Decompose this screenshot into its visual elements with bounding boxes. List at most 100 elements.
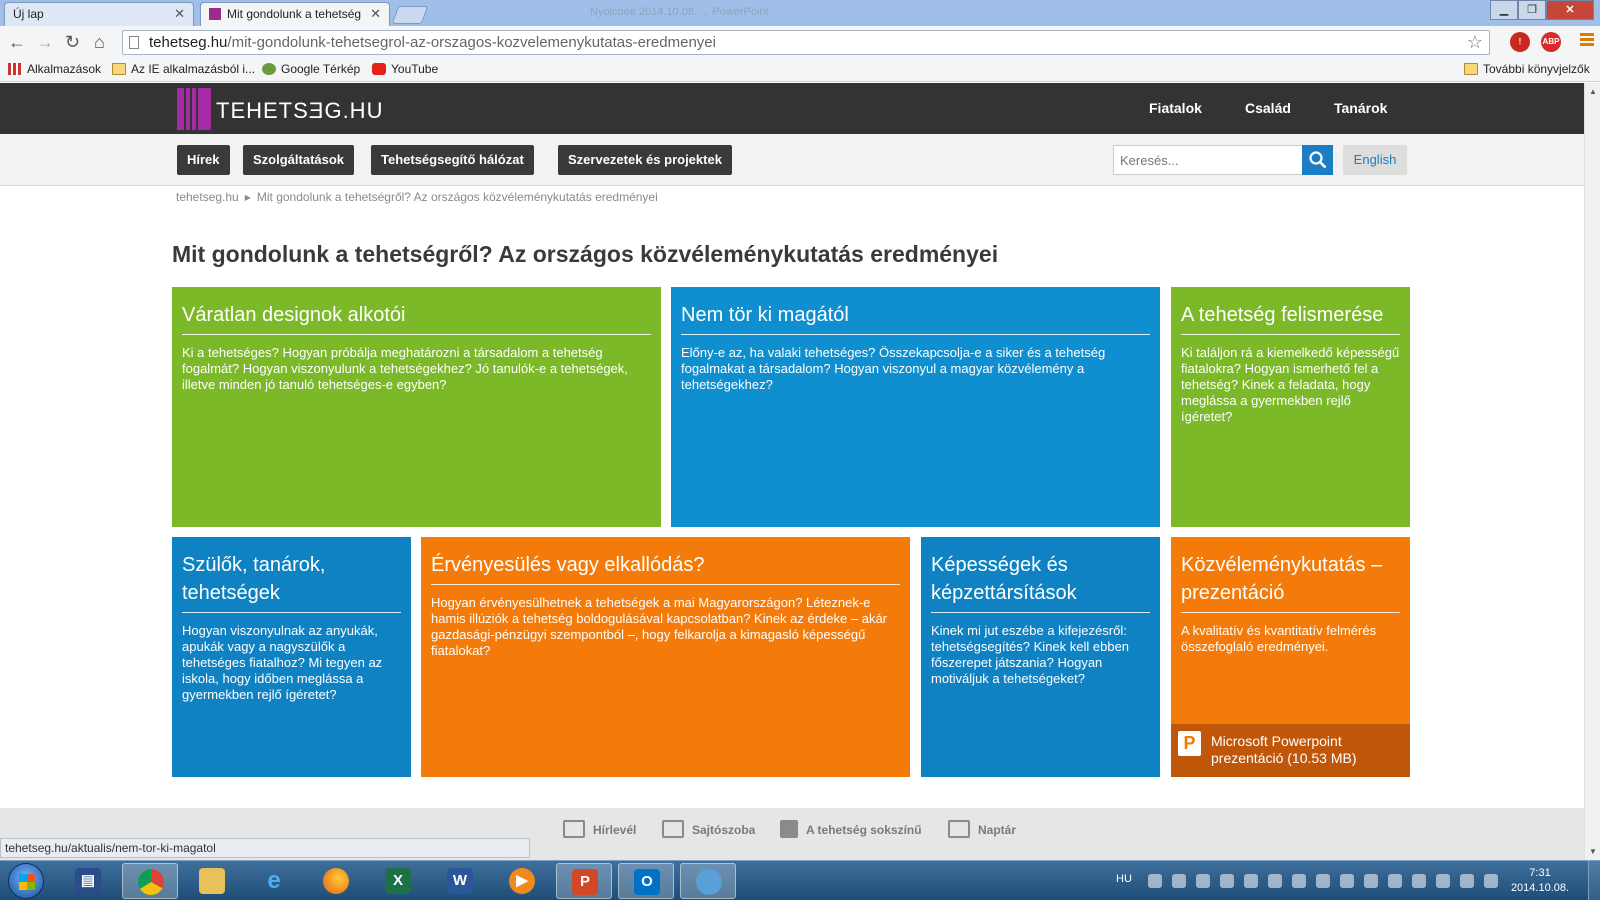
reload-icon[interactable]: ↻ — [65, 32, 80, 52]
taskbar-excel[interactable]: X — [370, 863, 426, 899]
tile-title[interactable]: A tehetség felismerése — [1181, 301, 1400, 335]
tile-szulok-tanarok[interactable]: Szülők, tanárok, tehetségek Hogyan viszo… — [172, 537, 411, 777]
footer-facebook[interactable]: A tehetség sokszínű — [780, 820, 922, 838]
tile-title[interactable]: Váratlan designok alkotói — [182, 301, 651, 335]
language-button[interactable]: English — [1343, 145, 1407, 175]
tray-device-icon[interactable] — [1412, 874, 1426, 888]
home-icon[interactable]: ⌂ — [94, 32, 105, 52]
bookmark-star-icon[interactable]: ☆ — [1467, 32, 1483, 53]
taskbar-media-player[interactable]: ▶ — [494, 863, 550, 899]
nav-fiatalok[interactable]: Fiatalok — [1149, 100, 1202, 116]
close-icon[interactable]: ✕ — [174, 6, 185, 22]
stop-extension-icon[interactable]: ! — [1510, 32, 1530, 52]
tile-text: Ki a tehetséges? Hogyan próbálja meghatá… — [182, 345, 628, 392]
tray-skype-icon[interactable] — [1316, 874, 1330, 888]
nav-tanarok[interactable]: Tanárok — [1334, 100, 1387, 116]
taskbar-save-app[interactable]: ▤ — [60, 863, 116, 899]
tray-language[interactable]: HU — [1116, 873, 1132, 885]
sub-nav: Hírek Szolgáltatások Tehetségsegítő háló… — [0, 134, 1584, 186]
forward-arrow-icon[interactable]: → — [36, 32, 54, 52]
page-icon — [129, 36, 139, 49]
scroll-up-icon[interactable]: ▲ — [1589, 87, 1597, 96]
tile-nem-tor-ki-magatol[interactable]: Nem tör ki magától Előny-e az, ha valaki… — [671, 287, 1160, 527]
show-desktop-button[interactable] — [1588, 861, 1600, 900]
back-arrow-icon[interactable]: ← — [8, 32, 26, 52]
bookmark-apps[interactable]: Alkalmazások — [8, 62, 101, 76]
taskbar-powerpoint[interactable]: P — [556, 863, 612, 899]
tray-shield-icon[interactable] — [1148, 874, 1162, 888]
tray-chrome-icon[interactable] — [1244, 874, 1258, 888]
tile-varatlan-designok[interactable]: Váratlan designok alkotói Ki a tehetsége… — [172, 287, 661, 527]
footer-naptar[interactable]: Naptár — [948, 820, 1016, 838]
nav-csalad[interactable]: Család — [1245, 100, 1291, 116]
bookmark-google-maps[interactable]: Google Térkép — [262, 62, 360, 76]
tray-monitor-icon[interactable] — [1340, 874, 1354, 888]
tray-network-icon[interactable] — [1460, 874, 1474, 888]
tray-dropbox-icon[interactable] — [1268, 874, 1282, 888]
close-window-button[interactable]: ✕ — [1546, 0, 1594, 20]
taskbar-word[interactable]: W — [432, 863, 488, 899]
scroll-down-icon[interactable]: ▼ — [1589, 847, 1597, 856]
minimize-button[interactable]: ▁ — [1490, 0, 1518, 20]
tray-app-icon[interactable] — [1172, 874, 1186, 888]
tray-outlook-icon[interactable] — [1292, 874, 1306, 888]
tile-tehetseg-felismerese[interactable]: A tehetség felismerése Ki találjon rá a … — [1171, 287, 1410, 527]
tray-flag-icon[interactable] — [1436, 874, 1450, 888]
breadcrumb-current: Mit gondolunk a tehetségről? Az országos… — [256, 190, 658, 204]
close-icon[interactable]: ✕ — [370, 6, 381, 22]
site-logo-text[interactable]: TEHETSƎG.HU — [216, 98, 383, 124]
new-tab-button[interactable] — [391, 6, 429, 24]
taskbar-outlook[interactable]: O — [618, 863, 674, 899]
tile-title[interactable]: Képességek és képzettársítások — [931, 551, 1150, 613]
taskbar-chrome[interactable] — [122, 863, 178, 899]
tray-circle-icon[interactable] — [1364, 874, 1378, 888]
site-header: TEHETSƎG.HU Fiatalok Család Tanárok — [0, 83, 1584, 134]
logo-mark-icon[interactable] — [177, 88, 211, 130]
tab-active[interactable]: Mit gondolunk a tehetség ✕ — [200, 2, 390, 26]
tray-mail-icon[interactable] — [1220, 874, 1234, 888]
chrome-menu-icon[interactable] — [1580, 33, 1594, 48]
internet-explorer-icon: e — [267, 867, 281, 894]
bookmark-ie-folder[interactable]: Az IE alkalmazásból i... — [112, 62, 255, 76]
tray-nvidia-icon[interactable] — [1388, 874, 1402, 888]
tab-new[interactable]: Új lap ✕ — [4, 2, 194, 26]
media-player-icon: ▶ — [509, 868, 535, 894]
attachment-link[interactable]: P Microsoft Powerpoint prezentáció (10.5… — [1171, 724, 1410, 777]
tile-kozvelemenykutatas[interactable]: Közvéleménykutatás – prezentáció A kvali… — [1171, 537, 1410, 777]
other-bookmarks[interactable]: További könyvjelzők — [1464, 62, 1590, 76]
restore-button[interactable]: ❐ — [1518, 0, 1546, 20]
globe-icon — [696, 869, 722, 895]
taskbar-clock[interactable]: 7:31 2014.10.08. — [1508, 866, 1572, 896]
subnav-szolgaltatasok[interactable]: Szolgáltatások — [243, 145, 355, 175]
taskbar-firefox[interactable] — [308, 863, 364, 899]
powerpoint-icon: P — [572, 869, 598, 895]
tile-title[interactable]: Szülők, tanárok, tehetségek — [182, 551, 401, 613]
tray-sync-icon[interactable] — [1196, 874, 1210, 888]
bookmark-youtube[interactable]: YouTube — [372, 62, 438, 76]
breadcrumb-home[interactable]: tehetseg.hu — [176, 190, 239, 204]
calendar-icon — [948, 820, 970, 838]
adblock-plus-icon[interactable]: ABP — [1541, 32, 1561, 52]
footer-hirlevel[interactable]: Hírlevél — [563, 820, 636, 838]
subnav-hirek[interactable]: Hírek — [177, 145, 230, 175]
taskbar-internet-explorer[interactable]: e — [246, 863, 302, 899]
vertical-scrollbar[interactable]: ▲ ▼ — [1584, 83, 1600, 860]
taskbar-explorer[interactable] — [184, 863, 240, 899]
tray-volume-icon[interactable] — [1484, 874, 1498, 888]
taskbar-network-app[interactable] — [680, 863, 736, 899]
subnav-tehetsegsegito-halozat[interactable]: Tehetségsegítő hálózat — [371, 145, 534, 175]
footer-sajtoszoba[interactable]: Sajtószoba — [662, 820, 755, 838]
search-button[interactable] — [1302, 145, 1333, 175]
tile-kepessegek[interactable]: Képességek és képzettársítások Kinek mi … — [921, 537, 1160, 777]
subnav-szervezetek[interactable]: Szervezetek és projektek — [558, 145, 732, 175]
tile-title[interactable]: Közvéleménykutatás – prezentáció — [1181, 551, 1400, 613]
tile-text: Ki találjon rá a kiemelkedő képességű fi… — [1181, 345, 1400, 424]
tile-title[interactable]: Nem tör ki magától — [681, 301, 1150, 335]
tile-ervenyesules[interactable]: Érvényesülés vagy elkallódás? Hogyan érv… — [421, 537, 910, 777]
address-bar[interactable]: tehetseg.hu/mit-gondolunk-tehetsegrol-az… — [122, 30, 1490, 55]
tile-title[interactable]: Érvényesülés vagy elkallódás? — [431, 551, 900, 585]
start-button[interactable] — [8, 863, 44, 899]
chevron-right-icon: ▶ — [244, 193, 251, 202]
clock-time: 7:31 — [1529, 867, 1551, 879]
search-input[interactable] — [1113, 145, 1303, 175]
